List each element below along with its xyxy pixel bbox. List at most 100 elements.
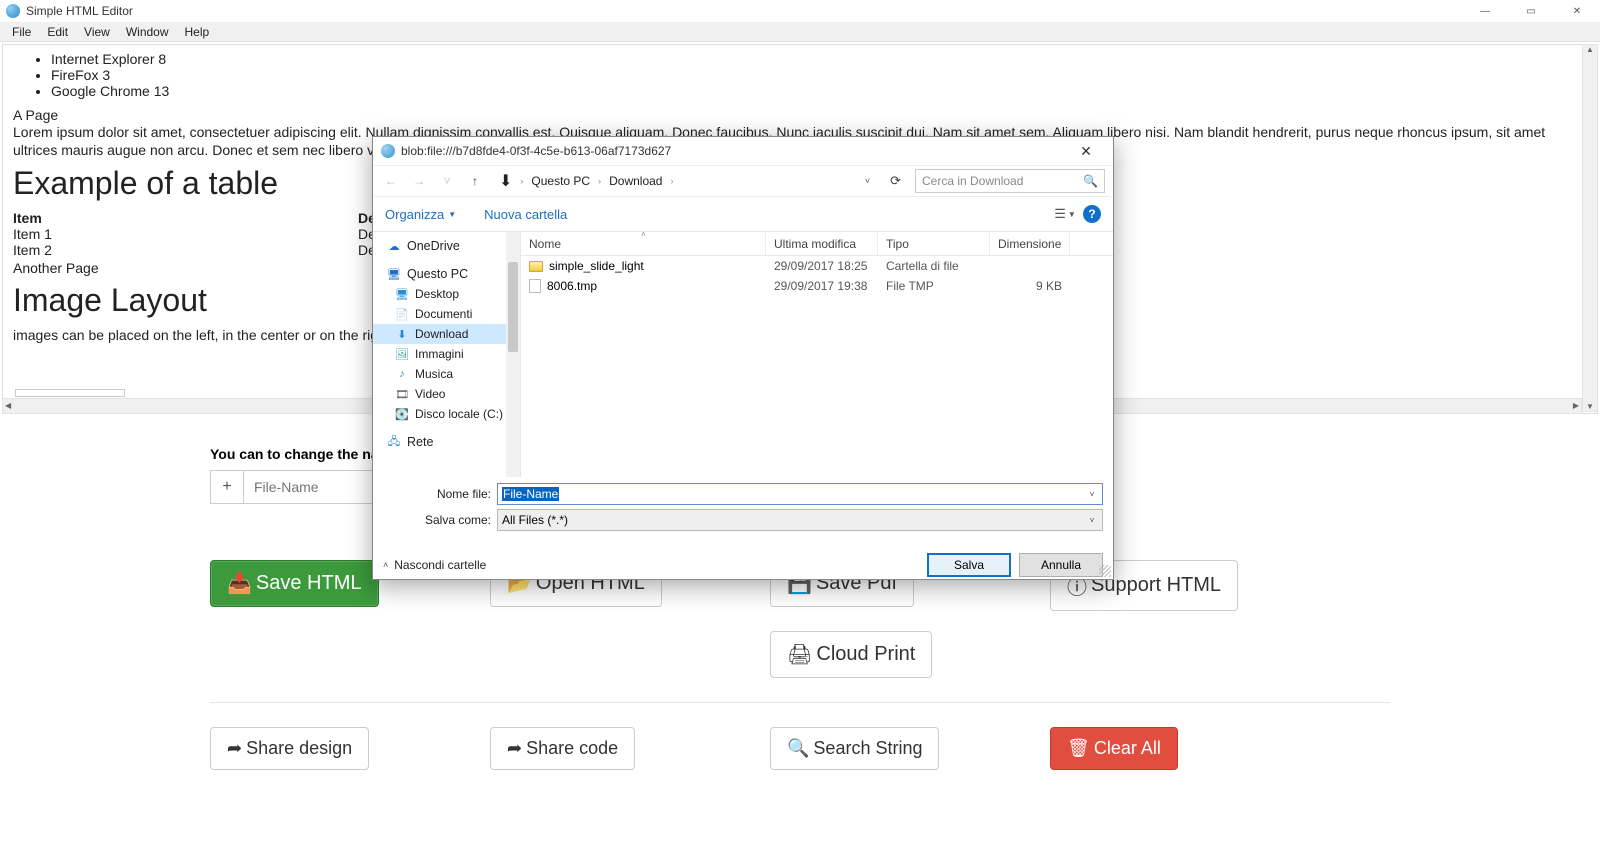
file-row[interactable]: 8006.tmp 29/09/2017 19:38 File TMP 9 KB: [521, 276, 1113, 296]
tree-thispc[interactable]: 🖥Questo PC: [373, 264, 520, 284]
scrollbar-vertical[interactable]: [1582, 44, 1598, 412]
tree-disk[interactable]: 💽 Disco locale (C:): [373, 404, 520, 424]
save-button[interactable]: Salva: [927, 553, 1011, 577]
file-type: Cartella di file: [878, 259, 990, 273]
col-date-header[interactable]: Ultima modifica: [766, 232, 878, 255]
nav-forward-button[interactable]: →: [409, 174, 429, 188]
chevron-right-icon: ›: [670, 176, 673, 186]
refresh-button[interactable]: ⟳: [884, 173, 907, 189]
sort-indicator-icon: ˄: [641, 231, 646, 239]
file-date: 29/09/2017 18:25: [766, 259, 878, 273]
tree-label: Immagini: [415, 347, 464, 361]
clear-all-button[interactable]: 🗑 Clear All: [1050, 727, 1178, 770]
tree-download[interactable]: ⬇ Download: [373, 324, 520, 344]
btn-label: Search String: [813, 738, 922, 759]
search-icon: 🔍: [787, 738, 809, 759]
tree-documents[interactable]: 📄Documenti: [373, 304, 520, 324]
new-folder-button[interactable]: Nuova cartella: [484, 207, 567, 222]
page-label: A Page: [13, 107, 1587, 123]
tree-label: Disco locale (C:): [415, 407, 503, 421]
menu-help[interactable]: Help: [177, 23, 218, 41]
btn-label: Save HTML: [256, 572, 362, 595]
search-icon: 🔍: [1083, 174, 1098, 188]
images-icon: 🖼: [395, 347, 409, 361]
tree-label: Download: [415, 327, 468, 341]
app-title: Simple HTML Editor: [26, 4, 133, 18]
dialog-nav: ← → ˅ ↑ ⬇ › Questo PC › Download › ˅ ⟳ C…: [373, 165, 1113, 197]
filename-combo[interactable]: File-Name ˅: [497, 483, 1103, 505]
file-list[interactable]: ˄ Nome Ultima modifica Tipo Dimensione s…: [521, 232, 1113, 477]
dialog-titlebar: blob:file:///b7d8fde4-0f3f-4c5e-b613-06a…: [373, 137, 1113, 165]
tree-label: Musica: [415, 367, 453, 381]
resize-grip[interactable]: [1099, 565, 1111, 577]
download-arrow-icon: ⬇: [499, 171, 512, 191]
button-row-3: ➦ Share design ➦ Share code 🔍 Search Str…: [210, 727, 1390, 770]
window-controls: — ▭ ✕: [1462, 0, 1600, 22]
chevron-down-icon[interactable]: ˅: [1084, 486, 1100, 502]
saveas-label: Salva come:: [383, 513, 497, 527]
folder-tree[interactable]: ☁OneDrive 🖥Questo PC 🖥Desktop 📄Documenti…: [373, 232, 521, 477]
nav-back-button[interactable]: ←: [381, 174, 401, 188]
tree-scrollbar[interactable]: [506, 232, 520, 477]
nav-up-button[interactable]: ↑: [465, 174, 485, 188]
save-dialog: blob:file:///b7d8fde4-0f3f-4c5e-b613-06a…: [372, 136, 1114, 580]
tree-label: Video: [415, 387, 445, 401]
list-item: FireFox 3: [51, 67, 1587, 83]
breadcrumb[interactable]: ⬇ › Questo PC › Download ›: [493, 171, 851, 191]
document-icon: 📄: [395, 307, 409, 321]
col-type-header[interactable]: Tipo: [878, 232, 990, 255]
list-item: Internet Explorer 8: [51, 51, 1587, 67]
col-size-header[interactable]: Dimensione: [990, 232, 1070, 255]
dialog-close-button[interactable]: ✕: [1067, 137, 1105, 165]
breadcrumb-item[interactable]: Questo PC: [531, 174, 590, 188]
pc-icon: 🖥: [387, 267, 401, 281]
cloud-print-button[interactable]: 🖨 Cloud Print: [770, 631, 932, 678]
nav-recent-button[interactable]: ˅: [437, 174, 457, 188]
breadcrumb-item[interactable]: Download: [609, 174, 662, 188]
save-icon: 📥: [227, 571, 252, 596]
search-input[interactable]: Cerca in Download 🔍: [915, 169, 1105, 193]
disk-icon: 💽: [395, 407, 409, 421]
tree-video[interactable]: 🎞 Video: [373, 384, 520, 404]
save-html-button[interactable]: 📥 Save HTML: [210, 560, 379, 607]
menu-edit[interactable]: Edit: [39, 23, 76, 41]
list-item: Google Chrome 13: [51, 83, 1587, 99]
view-options-button[interactable]: ☰▼: [1053, 204, 1077, 224]
saveas-combo[interactable]: All Files (*.*) ˅: [497, 509, 1103, 531]
cell: Item 1: [13, 226, 358, 242]
menu-view[interactable]: View: [76, 23, 118, 41]
btn-label: Clear All: [1094, 738, 1161, 759]
breadcrumb-dropdown[interactable]: ˅: [859, 176, 876, 186]
file-name: 8006.tmp: [547, 279, 597, 293]
menu-window[interactable]: Window: [118, 23, 177, 41]
tree-images[interactable]: 🖼 Immagini: [373, 344, 520, 364]
tree-music[interactable]: ♪Musica: [373, 364, 520, 384]
tree-onedrive[interactable]: ☁OneDrive: [373, 236, 520, 256]
download-icon: ⬇: [395, 327, 409, 341]
addon-plus[interactable]: +: [210, 470, 244, 504]
minimize-button[interactable]: —: [1462, 0, 1508, 22]
menu-file[interactable]: File: [4, 23, 39, 41]
help-button[interactable]: ?: [1083, 205, 1101, 223]
new-folder-label: Nuova cartella: [484, 207, 567, 222]
chevron-down-icon[interactable]: ˅: [1084, 512, 1100, 528]
cancel-button[interactable]: Annulla: [1019, 553, 1103, 577]
close-button[interactable]: ✕: [1554, 0, 1600, 22]
th-item: Item: [13, 210, 42, 226]
chevron-right-icon: ›: [520, 176, 523, 186]
desktop-icon: 🖥: [395, 287, 409, 301]
tree-network[interactable]: 🖧Rete: [373, 432, 520, 452]
file-row[interactable]: simple_slide_light 29/09/2017 18:25 Cart…: [521, 256, 1113, 276]
organize-label: Organizza: [385, 207, 444, 222]
organize-button[interactable]: Organizza ▼: [385, 207, 456, 222]
search-string-button[interactable]: 🔍 Search String: [770, 727, 939, 770]
maximize-button[interactable]: ▭: [1508, 0, 1554, 22]
share-design-button[interactable]: ➦ Share design: [210, 727, 369, 770]
file-size: 9 KB: [990, 279, 1070, 293]
trash-icon: 🗑: [1067, 738, 1090, 759]
tree-desktop[interactable]: 🖥Desktop: [373, 284, 520, 304]
share-code-button[interactable]: ➦ Share code: [490, 727, 635, 770]
hide-folders-button[interactable]: ˄ Nascondi cartelle: [383, 558, 486, 572]
video-icon: 🎞: [395, 387, 409, 401]
chevron-down-icon: ▼: [448, 210, 456, 219]
